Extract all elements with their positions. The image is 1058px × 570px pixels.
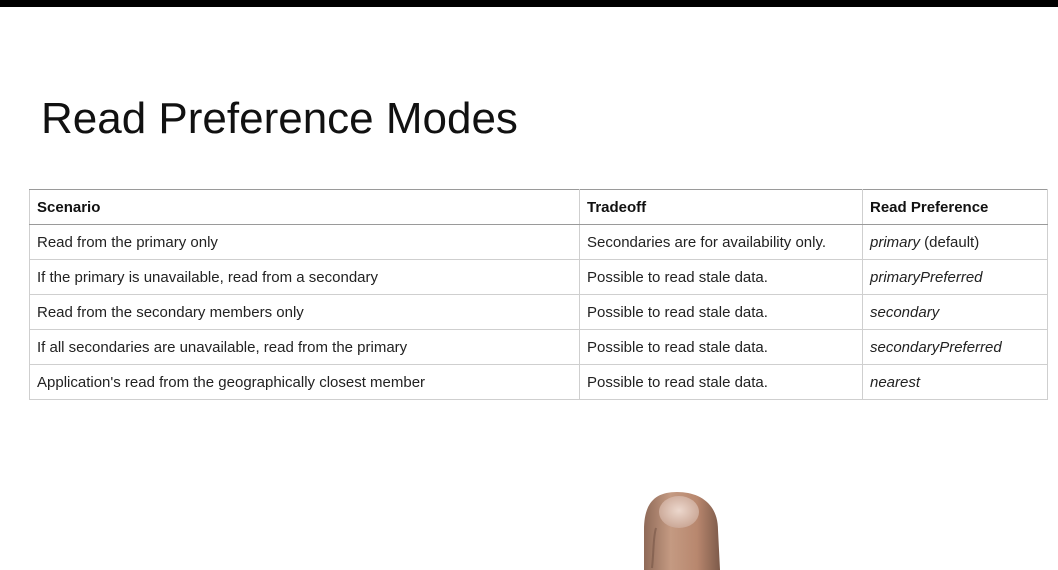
table-row: If the primary is unavailable, read from…	[29, 259, 1048, 295]
top-bar	[0, 0, 1058, 7]
tradeoff-cell: Secondaries are for availability only.	[579, 224, 863, 260]
mode-name: primaryPreferred	[870, 268, 983, 286]
mode-name: nearest	[870, 373, 921, 391]
header-tradeoff: Tradeoff	[579, 189, 863, 225]
mode-name: secondaryPreferred	[870, 338, 1002, 356]
scenario-cell: Read from the primary only	[29, 224, 580, 260]
scenario-cell: Read from the secondary members only	[29, 294, 580, 330]
table-row: Read from the secondary members only Pos…	[29, 294, 1048, 330]
pointing-finger-image	[644, 492, 720, 570]
mode-suffix: (default)	[920, 233, 980, 251]
table-row: Read from the primary only Secondaries a…	[29, 224, 1048, 260]
read-preference-cell: secondaryPreferred	[862, 329, 1048, 365]
read-preference-cell: secondary	[862, 294, 1048, 330]
read-preference-table: Scenario Tradeoff Read Preference Read f…	[29, 189, 1048, 400]
tradeoff-cell: Possible to read stale data.	[579, 259, 863, 295]
page-title: Read Preference Modes	[41, 94, 518, 143]
table-row: If all secondaries are unavailable, read…	[29, 329, 1048, 365]
header-scenario: Scenario	[29, 189, 580, 225]
header-read-preference: Read Preference	[862, 189, 1048, 225]
mode-name: primary	[870, 233, 921, 251]
scenario-cell: If the primary is unavailable, read from…	[29, 259, 580, 295]
mode-name: secondary	[870, 303, 940, 321]
read-preference-cell: primaryPreferred	[862, 259, 1048, 295]
table-header-row: Scenario Tradeoff Read Preference	[29, 189, 1048, 225]
table-row: Application's read from the geographical…	[29, 364, 1048, 400]
read-preference-cell: nearest	[862, 364, 1048, 400]
read-preference-cell: primary (default)	[862, 224, 1048, 260]
tradeoff-cell: Possible to read stale data.	[579, 364, 863, 400]
scenario-cell: Application's read from the geographical…	[29, 364, 580, 400]
scenario-cell: If all secondaries are unavailable, read…	[29, 329, 580, 365]
tradeoff-cell: Possible to read stale data.	[579, 329, 863, 365]
tradeoff-cell: Possible to read stale data.	[579, 294, 863, 330]
